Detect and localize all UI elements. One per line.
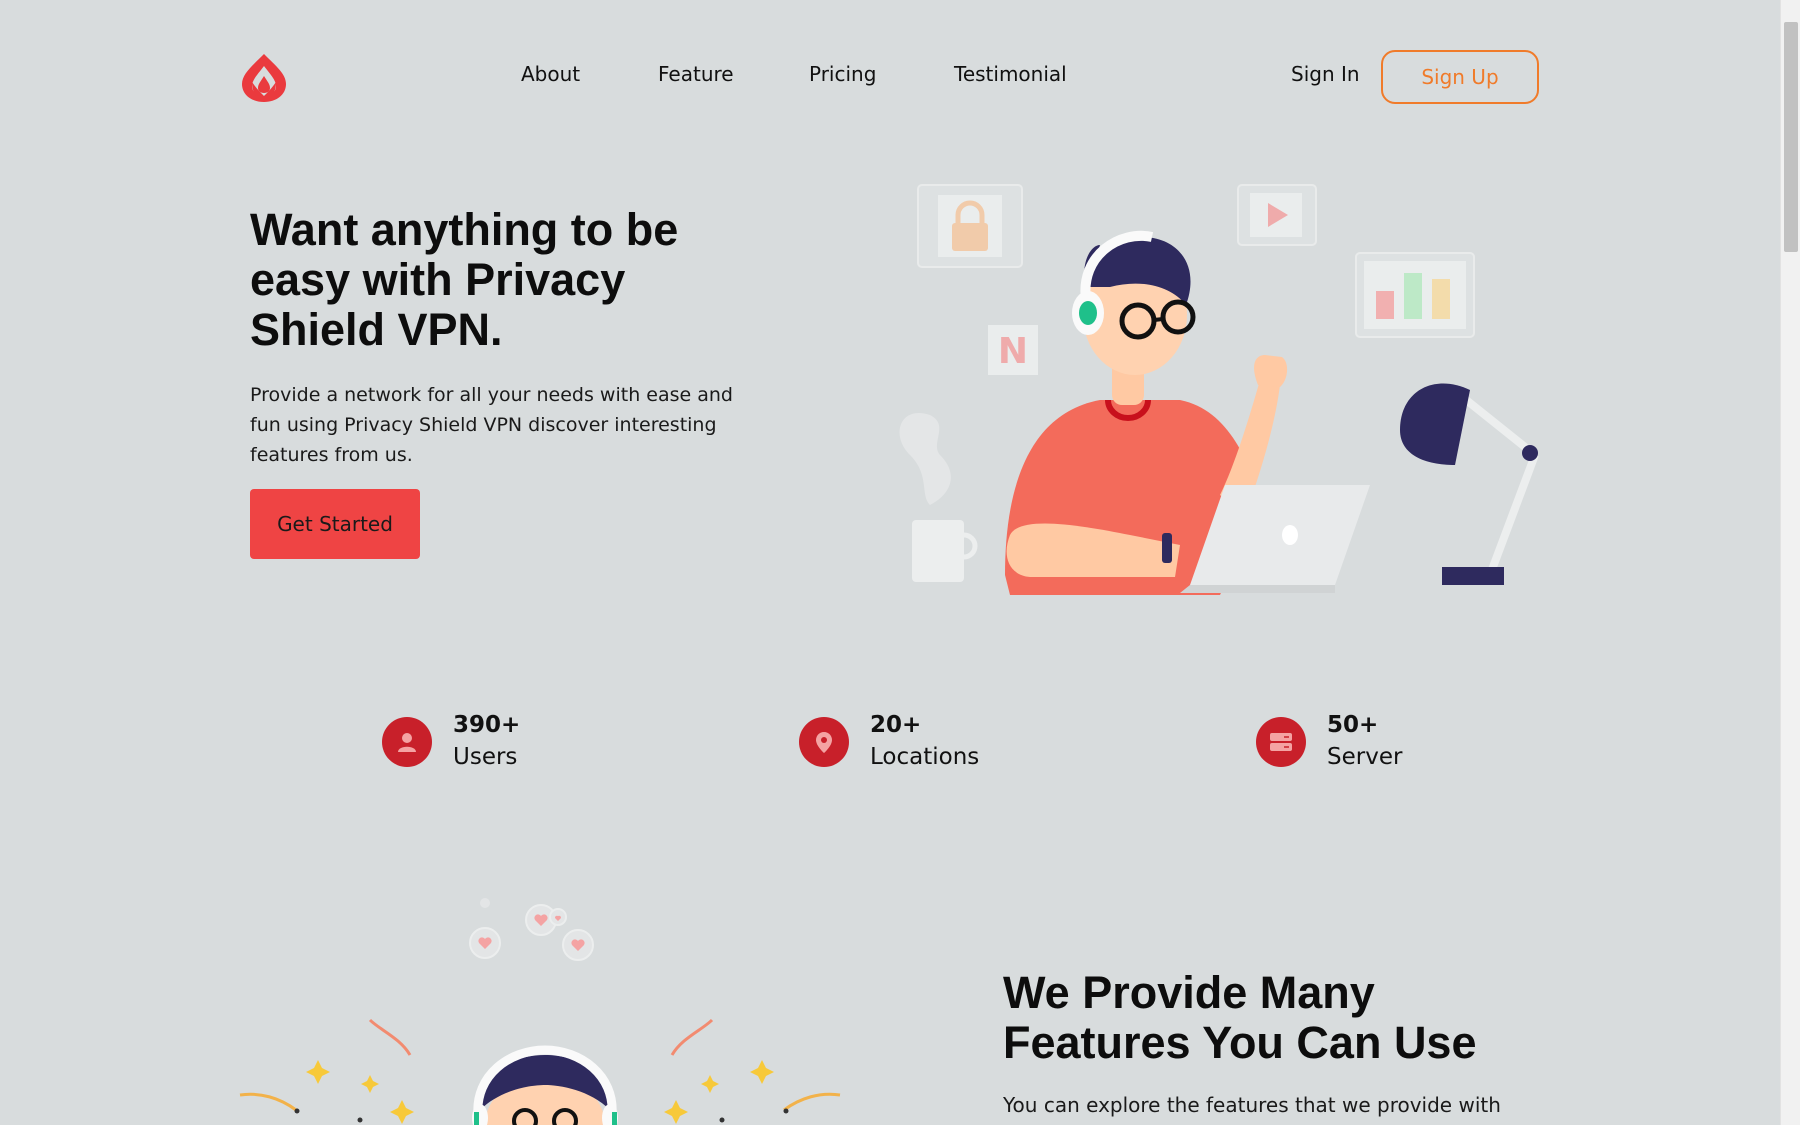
stat-users-label: Users bbox=[453, 744, 518, 770]
stat-users-value: 390+ bbox=[453, 712, 521, 738]
stat-users: 390+ Users bbox=[382, 710, 520, 774]
lock-card-icon bbox=[917, 184, 1023, 268]
sign-in-link[interactable]: Sign In bbox=[1291, 62, 1360, 86]
hero-title: Want anything to be easy with Privacy Sh… bbox=[250, 204, 679, 355]
scrollbar-thumb[interactable] bbox=[1784, 22, 1798, 252]
stat-locations-value: 20+ bbox=[870, 712, 922, 738]
stat-server-value: 50+ bbox=[1327, 712, 1379, 738]
stat-locations-label: Locations bbox=[870, 744, 980, 770]
location-pin-icon bbox=[799, 717, 849, 767]
heart-icon bbox=[469, 898, 594, 961]
get-started-button[interactable]: Get Started bbox=[250, 489, 420, 559]
svg-text:N: N bbox=[998, 331, 1028, 372]
chart-card-icon bbox=[1355, 252, 1475, 338]
hero-illustration: N bbox=[899, 184, 1539, 595]
landing-page: About Feature Pricing Testimonial Sign I… bbox=[0, 0, 1780, 1125]
play-card-icon bbox=[1237, 184, 1317, 246]
hero-description: Provide a network for all your needs wit… bbox=[250, 384, 733, 466]
features-description: You can explore the features that we pro… bbox=[1003, 1093, 1501, 1117]
desk-lamp-icon bbox=[1400, 383, 1539, 585]
stat-server-label: Server bbox=[1327, 744, 1403, 770]
logo-icon[interactable] bbox=[238, 52, 290, 104]
top-navbar: About Feature Pricing Testimonial Sign I… bbox=[0, 0, 1780, 155]
features-title: We Provide Many Features You Can Use bbox=[1003, 967, 1477, 1068]
nav-link-feature[interactable]: Feature bbox=[658, 62, 734, 86]
nav-link-pricing[interactable]: Pricing bbox=[809, 62, 876, 86]
stat-locations: 20+ Locations bbox=[799, 710, 979, 774]
user-icon bbox=[382, 717, 432, 767]
nav-link-about[interactable]: About bbox=[521, 62, 580, 86]
netflix-card-icon: N bbox=[988, 325, 1038, 375]
vertical-scrollbar[interactable] bbox=[1780, 0, 1800, 1125]
stat-server: 50+ Server bbox=[1256, 710, 1402, 774]
server-icon bbox=[1256, 717, 1306, 767]
nav-link-testimonial[interactable]: Testimonial bbox=[954, 62, 1067, 86]
mug-icon bbox=[912, 520, 964, 582]
sign-up-button[interactable]: Sign Up bbox=[1381, 50, 1539, 104]
features-illustration bbox=[239, 898, 841, 1125]
